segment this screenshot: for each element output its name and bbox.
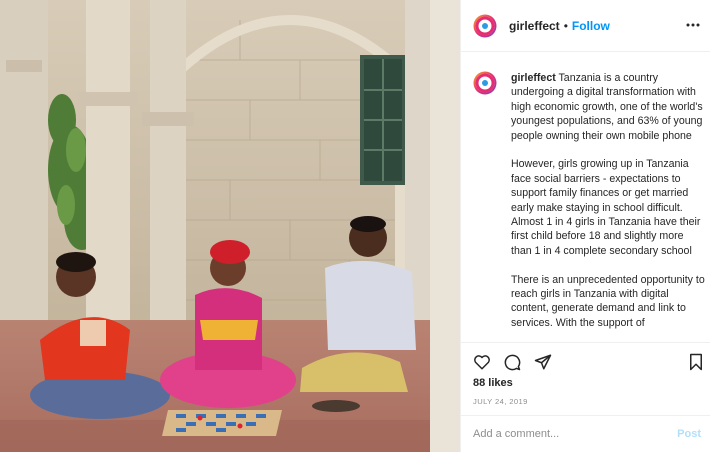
action-icon-row bbox=[473, 353, 702, 373]
header-username[interactable]: girleffect bbox=[509, 19, 560, 33]
post-comment-button[interactable]: Post bbox=[677, 428, 701, 440]
likes-count[interactable]: 88 likes bbox=[473, 377, 513, 389]
comment-icon[interactable] bbox=[503, 353, 521, 371]
header-separator: • bbox=[563, 18, 568, 33]
share-icon[interactable] bbox=[534, 353, 552, 371]
comment-input[interactable] bbox=[473, 424, 663, 444]
comment-bar: Post bbox=[461, 415, 710, 452]
follow-button[interactable]: Follow bbox=[572, 19, 610, 33]
post-image bbox=[0, 0, 460, 452]
post-photo[interactable] bbox=[0, 0, 460, 452]
profile-avatar[interactable] bbox=[473, 14, 497, 38]
caption-paragraph: girleffect Tanzania is a country undergo… bbox=[511, 71, 707, 143]
caption-section: girleffect Tanzania is a country undergo… bbox=[461, 53, 710, 342]
heart-icon[interactable] bbox=[473, 353, 491, 371]
caption-avatar[interactable] bbox=[473, 71, 497, 95]
more-options-icon[interactable] bbox=[685, 17, 701, 33]
caption-username[interactable]: girleffect bbox=[511, 72, 556, 84]
caption-paragraph-2: However, girls growing up in Tanzania fa… bbox=[511, 158, 701, 257]
post-date[interactable]: JULY 24, 2019 bbox=[473, 397, 528, 406]
bookmark-icon[interactable] bbox=[687, 353, 705, 371]
caption-paragraph-3: There is an unprecedented opportunity to… bbox=[511, 273, 705, 329]
post-detail-panel: girleffect • Follow girleffect Tanzania … bbox=[460, 0, 710, 452]
post-header: girleffect • Follow bbox=[461, 0, 710, 52]
caption-text: girleffect Tanzania is a country undergo… bbox=[511, 71, 707, 330]
